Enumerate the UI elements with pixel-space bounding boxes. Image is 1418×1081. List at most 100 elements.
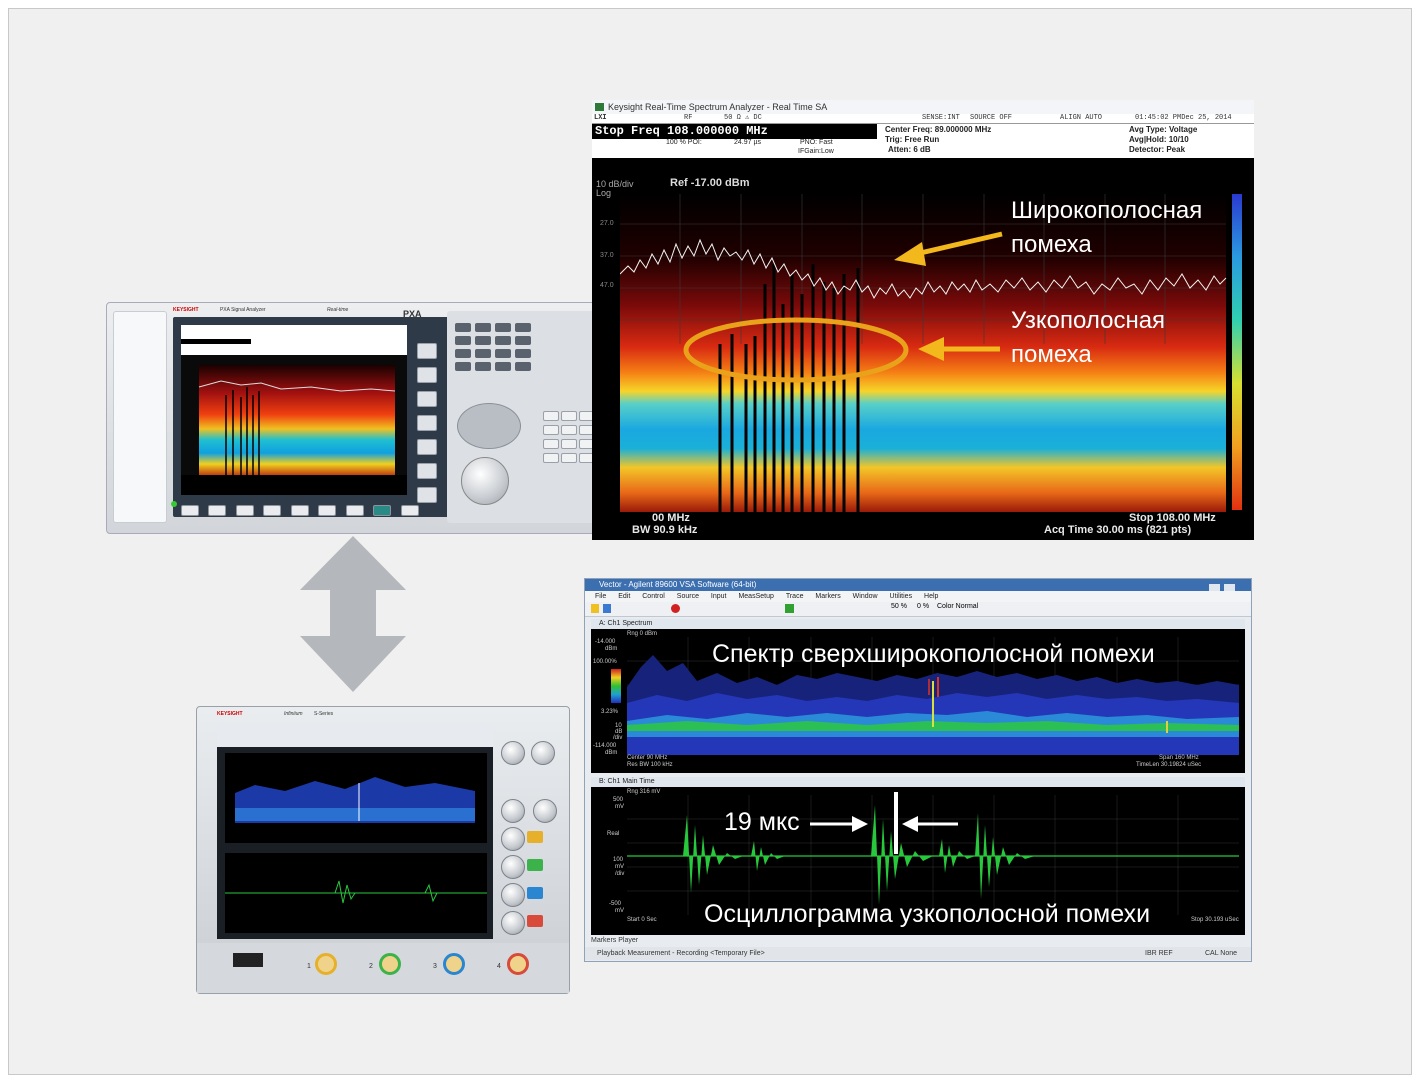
pno-label: PNO: Fast xyxy=(800,139,833,146)
function-key[interactable] xyxy=(515,336,531,345)
time-pane-tab[interactable]: B: Ch1 Main Time xyxy=(591,777,1245,787)
vsa-toolbar: 50 % 0 % Color Normal xyxy=(585,602,1251,617)
function-key[interactable] xyxy=(495,336,511,345)
function-key[interactable] xyxy=(515,362,531,371)
scope-knob[interactable] xyxy=(501,855,525,879)
spectrum-pane-tab[interactable]: A: Ch1 Spectrum xyxy=(591,619,1245,629)
menu-edit[interactable]: Edit xyxy=(618,593,630,600)
rbw-label: BW 90.9 kHz xyxy=(632,524,698,536)
open-icon[interactable] xyxy=(591,604,599,613)
wideband-arrow-icon xyxy=(915,231,1003,257)
status-mid: IBR REF xyxy=(1145,950,1173,957)
softkey[interactable] xyxy=(417,343,437,359)
softkey[interactable] xyxy=(417,391,437,407)
time-top-val: 500 xyxy=(613,797,624,803)
power-button[interactable] xyxy=(181,505,199,516)
menu-file[interactable]: File xyxy=(595,593,606,600)
menu-trace[interactable]: Trace xyxy=(786,593,804,600)
numeric-key[interactable] xyxy=(543,411,559,421)
function-key[interactable] xyxy=(495,362,511,371)
channel-1-button[interactable] xyxy=(527,831,543,843)
rtsa-window-title: Keysight Real-Time Spectrum Analyzer - R… xyxy=(592,100,1254,114)
color-dropdown[interactable]: Color Normal xyxy=(937,603,978,610)
front-button[interactable] xyxy=(373,505,392,516)
pxa-softkeys xyxy=(417,343,437,513)
sense-label: SENSE:INT xyxy=(922,114,960,122)
numeric-key[interactable] xyxy=(543,425,559,435)
play-icon[interactable] xyxy=(785,604,794,613)
scope-knob[interactable] xyxy=(501,911,525,935)
softkey[interactable] xyxy=(417,367,437,383)
time-real: Real xyxy=(607,831,620,837)
pause-icon[interactable] xyxy=(603,604,611,613)
softkey[interactable] xyxy=(417,439,437,455)
wideband-arrowhead-icon xyxy=(894,242,926,266)
softkey[interactable] xyxy=(417,463,437,479)
front-button[interactable] xyxy=(208,505,227,516)
wideband-line1: Широкополосная xyxy=(1011,197,1203,224)
stop-freq-entry[interactable]: Stop Freq 108.000000 MHz xyxy=(592,124,877,139)
wideband-annotation: Широкополосная помеха xyxy=(1011,194,1202,262)
function-key[interactable] xyxy=(475,349,491,358)
function-key[interactable] xyxy=(475,336,491,345)
poi-value: 24.97 µs xyxy=(734,139,761,146)
menu-control[interactable]: Control xyxy=(642,593,665,600)
time-mid-div: /div xyxy=(615,871,625,877)
menu-meassetup[interactable]: MeasSetup xyxy=(738,593,773,600)
function-key[interactable] xyxy=(495,323,511,332)
menu-window[interactable]: Window xyxy=(853,593,878,600)
scope-knob[interactable] xyxy=(501,741,525,765)
bottom-tabs[interactable]: Markers Player xyxy=(591,937,638,944)
record-icon[interactable] xyxy=(671,604,680,613)
rtsa-status-bar: LXI RF 50 Ω ⚠ DC SENSE:INT SOURCE OFF AL… xyxy=(592,114,1254,124)
softkey[interactable] xyxy=(417,415,437,431)
scope-knob[interactable] xyxy=(501,827,525,851)
impedance-label: 50 Ω ⚠ DC xyxy=(724,114,762,122)
pxa-navigation-pad[interactable] xyxy=(457,403,521,449)
channel-3-button[interactable] xyxy=(527,887,543,899)
front-button[interactable] xyxy=(318,505,337,516)
channel-4-button[interactable] xyxy=(527,915,543,927)
menu-input[interactable]: Input xyxy=(711,593,727,600)
front-button[interactable] xyxy=(400,505,419,516)
numeric-key[interactable] xyxy=(561,453,577,463)
function-key[interactable] xyxy=(515,349,531,358)
poi-label: 100 % POI: xyxy=(666,139,702,146)
numeric-key[interactable] xyxy=(561,411,577,421)
front-button[interactable] xyxy=(345,505,364,516)
menu-source[interactable]: Source xyxy=(677,593,699,600)
pxa-rotary-knob[interactable] xyxy=(461,457,509,505)
front-button[interactable] xyxy=(263,505,282,516)
function-key[interactable] xyxy=(455,323,471,332)
function-key[interactable] xyxy=(515,323,531,332)
spectrum-pct-lo: 3.23% xyxy=(601,709,619,715)
channel-2-button[interactable] xyxy=(527,859,543,871)
function-key[interactable] xyxy=(455,336,471,345)
source-label: SOURCE OFF xyxy=(970,114,1013,122)
scope-knob[interactable] xyxy=(531,741,555,765)
menu-utilities[interactable]: Utilities xyxy=(890,593,913,600)
function-key[interactable] xyxy=(455,349,471,358)
front-button[interactable] xyxy=(290,505,309,516)
numeric-key[interactable] xyxy=(543,439,559,449)
function-key[interactable] xyxy=(475,362,491,371)
channel-2-label: 2 xyxy=(369,963,373,970)
scope-knob[interactable] xyxy=(501,883,525,907)
numeric-key[interactable] xyxy=(561,425,577,435)
function-key[interactable] xyxy=(475,323,491,332)
pulse-spacing-annotation: 19 мкс xyxy=(724,808,800,836)
scope-knob[interactable] xyxy=(501,799,525,823)
zoom-field[interactable]: 50 % xyxy=(891,603,907,610)
percent-field[interactable]: 0 % xyxy=(917,603,929,610)
front-button[interactable] xyxy=(235,505,254,516)
time-bottom-unit: mV xyxy=(615,908,624,914)
scope-knob[interactable] xyxy=(533,799,557,823)
numeric-key[interactable] xyxy=(561,439,577,449)
function-key[interactable] xyxy=(495,349,511,358)
menu-help[interactable]: Help xyxy=(924,593,938,600)
numeric-key[interactable] xyxy=(543,453,559,463)
softkey[interactable] xyxy=(417,487,437,503)
function-key[interactable] xyxy=(455,362,471,371)
time-mid-unit: mV xyxy=(615,864,624,870)
menu-markers[interactable]: Markers xyxy=(815,593,840,600)
